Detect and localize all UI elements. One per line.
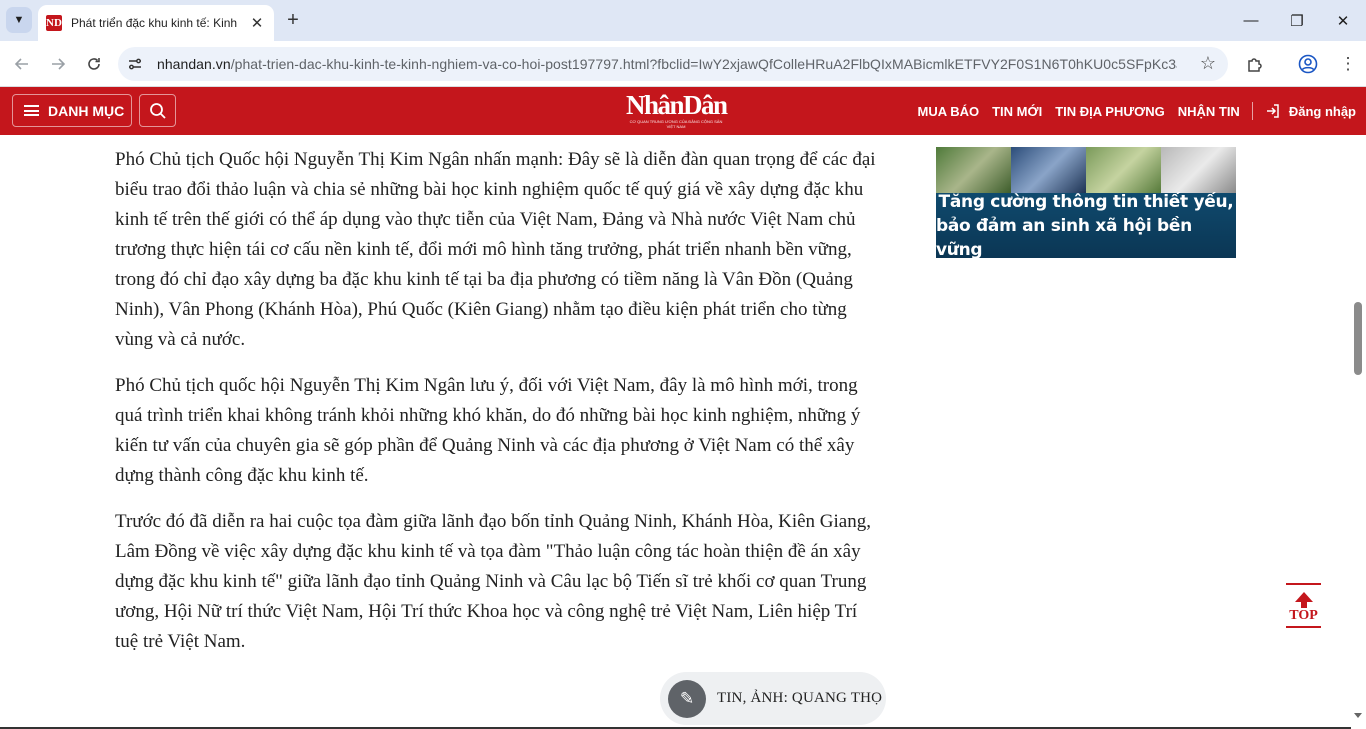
article-paragraph: Trước đó đã diễn ra hai cuộc tọa đàm giữ… (115, 511, 871, 652)
reload-icon[interactable] (80, 50, 108, 78)
scroll-down-arrow-icon[interactable] (1354, 713, 1362, 718)
pen-feather-icon: ✎ (668, 679, 706, 718)
url-text: nhandan.vn/phat-trien-dac-khu-kinh-te-ki… (157, 56, 1177, 72)
window-controls: — ❐ ✕ (1228, 0, 1366, 41)
article-body: Phó Chủ tịch Quốc hội Nguyễn Thị Kim Ngâ… (115, 145, 885, 673)
back-to-top-label: TOP (1289, 608, 1318, 623)
login-label: Đăng nhập (1288, 103, 1356, 119)
search-icon (149, 102, 166, 119)
nhandan-favicon-icon: ND (46, 15, 62, 31)
nav-nhan-tin[interactable]: NHẬN TIN (1178, 104, 1240, 119)
article-paragraph: Phó Chủ tịch Quốc hội Nguyễn Thị Kim Ngâ… (115, 149, 876, 350)
login-button[interactable]: Đăng nhập (1265, 103, 1356, 119)
sidebar-ad-banner[interactable]: Tăng cường thông tin thiết yếu, bảo đảm … (936, 147, 1236, 258)
browser-toolbar: nhandan.vn/phat-trien-dac-khu-kinh-te-ki… (0, 41, 1366, 87)
browser-tab-bar: ▼ ND Phát triển đặc khu kinh tế: Kinh ng… (0, 0, 1366, 41)
back-to-top-button[interactable]: TOP (1286, 583, 1321, 628)
scrollbar-thumb[interactable] (1354, 302, 1362, 375)
ad-headline-line2: bảo đảm an sinh xã hội bền vững (936, 215, 1192, 259)
close-tab-icon[interactable]: ✕ (248, 14, 266, 32)
ad-text-panel: Tăng cường thông tin thiết yếu, bảo đảm … (936, 191, 1236, 259)
forward-arrow-icon[interactable] (44, 50, 72, 78)
hamburger-icon (24, 105, 39, 116)
minimize-icon[interactable]: — (1228, 0, 1274, 41)
new-tab-plus-icon[interactable]: + (282, 9, 304, 31)
window-close-icon[interactable]: ✕ (1320, 0, 1366, 41)
category-menu-button[interactable]: DANH MỤC (12, 94, 132, 127)
browser-tab-active[interactable]: ND Phát triển đặc khu kinh tế: Kinh nghi… (38, 5, 274, 41)
tab-list-chevron-icon[interactable]: ▼ (6, 7, 32, 33)
browser-menu-kebab-icon[interactable]: ⋮ (1334, 50, 1362, 78)
tab-title: Phát triển đặc khu kinh tế: Kinh nghiệm … (71, 16, 239, 30)
url-domain: nhandan.vn (157, 56, 231, 72)
logo-name: NhânDân (626, 90, 728, 120)
ad-headline-line1: Tăng cường thông tin thiết yếu, (938, 191, 1234, 212)
restore-icon[interactable]: ❐ (1274, 0, 1320, 41)
url-path: /phat-trien-dac-khu-kinh-te-kinh-nghiem-… (230, 56, 1177, 72)
login-icon (1266, 104, 1279, 118)
article-paragraph: Phó Chủ tịch quốc hội Nguyễn Thị Kim Ngâ… (115, 375, 861, 486)
logo-tagline: CƠ QUAN TRUNG ƯƠNG CỦA ĐẢNG CỘNG SẢN VIỆ… (629, 119, 723, 129)
nav-tin-dia-phuong[interactable]: TIN ĐỊA PHƯƠNG (1055, 104, 1165, 119)
category-menu-label: DANH MỤC (48, 102, 125, 119)
top-navigation: MUA BÁO TIN MỚI TIN ĐỊA PHƯƠNG NHẬN TIN … (904, 87, 1356, 135)
profile-avatar-icon[interactable] (1294, 50, 1322, 78)
extensions-puzzle-icon[interactable] (1241, 50, 1269, 78)
arrow-up-icon (1294, 592, 1313, 602)
nav-mua-bao[interactable]: MUA BÁO (917, 104, 979, 119)
address-bar[interactable]: nhandan.vn/phat-trien-dac-khu-kinh-te-ki… (118, 47, 1228, 81)
author-credit: ✎ TIN, ẢNH: QUANG THỌ (660, 672, 886, 725)
author-credit-text: TIN, ẢNH: QUANG THỌ (717, 690, 883, 706)
page-scrollbar[interactable] (1351, 135, 1366, 729)
back-arrow-icon[interactable] (8, 50, 36, 78)
site-search-button[interactable] (139, 94, 176, 127)
ad-photo-strip (936, 147, 1236, 193)
nhandan-logo[interactable]: NhânDân CƠ QUAN TRUNG ƯƠNG CỦA ĐẢNG CỘNG… (626, 90, 728, 130)
site-info-tune-icon[interactable] (121, 50, 149, 78)
site-header: DANH MỤC NhânDân CƠ QUAN TRUNG ƯƠNG CỦA … (0, 87, 1366, 135)
bookmark-star-icon[interactable]: ☆ (1200, 53, 1216, 74)
nav-tin-moi[interactable]: TIN MỚI (992, 104, 1042, 119)
nav-divider (1251, 102, 1253, 120)
